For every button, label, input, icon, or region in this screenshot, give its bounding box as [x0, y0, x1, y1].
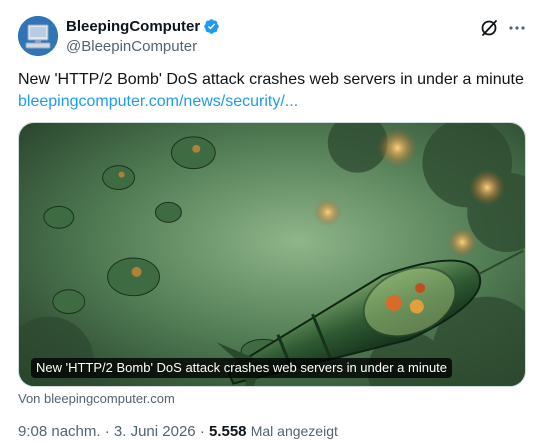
author-name[interactable]: BleepingComputer: [66, 18, 200, 35]
more-options-button[interactable]: [506, 17, 528, 39]
monitor-logo-icon: [18, 16, 58, 56]
views-count[interactable]: 5.558: [209, 423, 247, 440]
meta-separator: ·: [104, 423, 110, 440]
card-source[interactable]: Von bleepingcomputer.com: [18, 391, 175, 406]
tweet-text: New 'HTTP/2 Bomb' DoS attack crashes web…: [18, 71, 524, 88]
grok-icon: [481, 20, 497, 36]
tweet-date[interactable]: 3. Juni 2026: [114, 423, 196, 440]
avatar[interactable]: [18, 16, 58, 56]
more-icon: [509, 26, 525, 30]
verified-badge-icon: [204, 18, 219, 34]
rockets-illustration-image: [19, 123, 525, 386]
meta-separator: ·: [199, 423, 205, 440]
tweet: BleepingComputer @BleepinComputer New 'H…: [0, 0, 540, 446]
tweet-time[interactable]: 9:08 nachm.: [18, 423, 101, 440]
grok-button[interactable]: [478, 17, 500, 39]
tweet-link[interactable]: bleepingcomputer.com/news/security/...: [18, 91, 298, 112]
card-title: New 'HTTP/2 Bomb' DoS attack crashes web…: [31, 358, 453, 378]
author-info[interactable]: BleepingComputer @BleepinComputer: [66, 17, 220, 55]
tweet-meta: 9:08 nachm. · 3. Juni 2026 · 5.558 Mal a…: [18, 423, 338, 440]
link-card[interactable]: New 'HTTP/2 Bomb' DoS attack crashes web…: [18, 122, 526, 387]
views-label: Mal angezeigt: [250, 423, 338, 439]
author-handle[interactable]: @BleepinComputer: [66, 38, 220, 55]
